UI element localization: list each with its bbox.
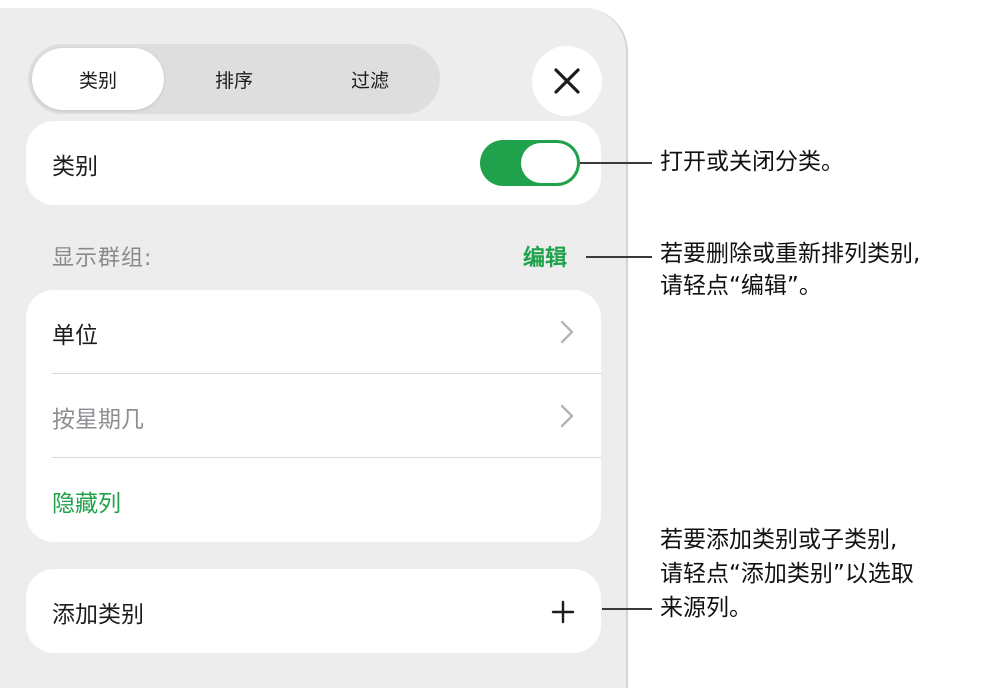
tab-categories[interactable]: 类别 [32,48,164,110]
group-row-unit[interactable]: 单位 [26,290,601,374]
chevron-right-icon [560,320,574,344]
category-toggle-row: 类别 [26,121,601,205]
group-row-label: 按星期几 [52,407,144,433]
group-row-weekday[interactable]: 按星期几 [26,374,601,458]
callout-add-line1: 若要添加类别或子类别, [660,527,898,553]
toggle-knob [521,143,577,183]
tab-bar: 类别 排序 过滤 [28,44,440,114]
add-category-row[interactable]: 添加类别 [26,569,601,653]
add-category-label: 添加类别 [52,602,144,628]
callout-add-line2: 请轻点“添加类别”以选取 [660,561,914,587]
callout-line-add [602,608,652,610]
group-list: 单位 按星期几 隐藏列 [26,290,602,542]
callout-line-toggle [580,162,652,164]
group-row-label: 单位 [52,323,98,349]
tab-sort[interactable]: 排序 [168,48,300,110]
callout-edit-line2: 请轻点“编辑”。 [660,273,822,299]
callout-line-edit [586,256,652,258]
close-icon [554,68,580,94]
settings-panel: 类别 排序 过滤 类别 显示群组: 编辑 单位 按星期几 隐藏列 添加类别 [0,8,628,688]
close-button[interactable] [532,46,602,116]
hide-columns-label: 隐藏列 [52,491,121,517]
callout-toggle: 打开或关闭分类。 [660,149,844,175]
plus-icon [551,600,575,624]
group-section-header: 显示群组: [52,246,153,271]
callout-edit-line1: 若要删除或重新排列类别, [660,241,921,267]
category-toggle[interactable] [480,140,580,186]
tab-filter[interactable]: 过滤 [304,48,436,110]
callout-add-line3: 来源列。 [660,595,752,621]
hide-columns-row[interactable]: 隐藏列 [26,458,601,542]
edit-button[interactable]: 编辑 [523,240,567,272]
category-toggle-label: 类别 [52,154,98,180]
chevron-right-icon [560,404,574,428]
